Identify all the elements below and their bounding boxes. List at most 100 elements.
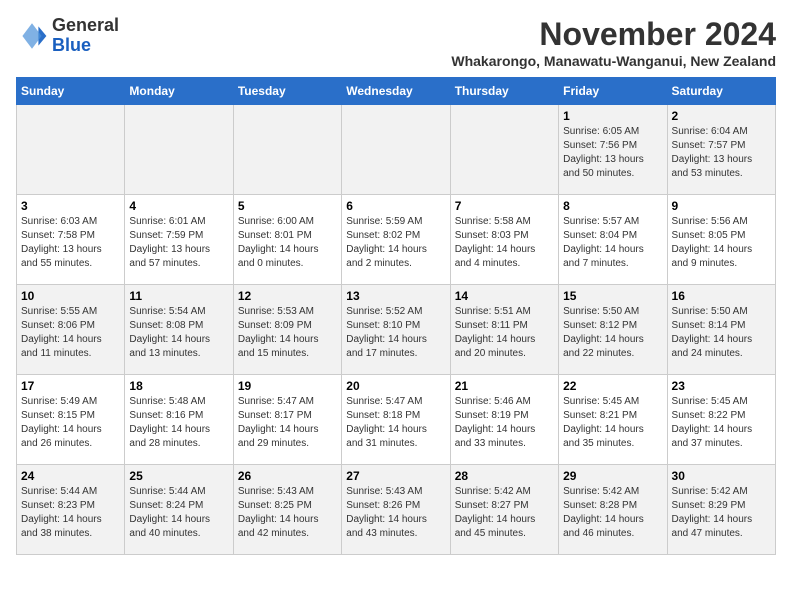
- calendar-cell: 7 Sunrise: 5:58 AMSunset: 8:03 PMDaylight…: [450, 195, 558, 285]
- day-number: 11: [129, 289, 228, 303]
- day-header-friday: Friday: [559, 78, 667, 105]
- day-number: 14: [455, 289, 554, 303]
- calendar-cell: 20Sunrise: 5:47 AMSunset: 8:18 PMDayligh…: [342, 375, 450, 465]
- day-info: Sunrise: 6:05 AMSunset: 7:56 PMDaylight:…: [563, 125, 662, 181]
- day-info: Sunrise: 5:46 AMSunset: 8:19 PMDaylight:…: [455, 395, 554, 451]
- day-number: 5: [238, 199, 337, 213]
- day-number: 8: [563, 199, 662, 213]
- day-info: Sunrise: 5:54 AMSunset: 8:08 PMDaylight:…: [129, 305, 228, 361]
- calendar-week-row: 24Sunrise: 5:44 AMSunset: 8:23 PMDayligh…: [17, 465, 776, 555]
- day-info: Sunrise: 6:01 AMSunset: 7:59 PMDaylight:…: [129, 215, 228, 271]
- day-number: 6: [346, 199, 445, 213]
- day-info: Sunrise: 5:43 AMSunset: 8:25 PMDaylight:…: [238, 485, 337, 541]
- day-info: Sunrise: 6:03 AMSunset: 7:58 PMDaylight:…: [21, 215, 120, 271]
- calendar-cell: [342, 105, 450, 195]
- calendar-cell: 17Sunrise: 5:49 AMSunset: 8:15 PMDayligh…: [17, 375, 125, 465]
- calendar-cell: 29Sunrise: 5:42 AMSunset: 8:28 PMDayligh…: [559, 465, 667, 555]
- day-number: 22: [563, 379, 662, 393]
- day-info: Sunrise: 5:42 AMSunset: 8:28 PMDaylight:…: [563, 485, 662, 541]
- calendar-cell: 9 Sunrise: 5:56 AMSunset: 8:05 PMDaylight…: [667, 195, 775, 285]
- day-number: 18: [129, 379, 228, 393]
- day-info: Sunrise: 5:43 AMSunset: 8:26 PMDaylight:…: [346, 485, 445, 541]
- day-header-sunday: Sunday: [17, 78, 125, 105]
- day-number: 7: [455, 199, 554, 213]
- day-info: Sunrise: 5:44 AMSunset: 8:23 PMDaylight:…: [21, 485, 120, 541]
- calendar-cell: 6 Sunrise: 5:59 AMSunset: 8:02 PMDaylight…: [342, 195, 450, 285]
- calendar-cell: 23 Sunrise: 5:45 AMSunset: 8:22 PMDayligh…: [667, 375, 775, 465]
- day-info: Sunrise: 5:55 AMSunset: 8:06 PMDaylight:…: [21, 305, 120, 361]
- calendar-cell: 21 Sunrise: 5:46 AMSunset: 8:19 PMDayligh…: [450, 375, 558, 465]
- title-section: November 2024 Whakarongo, Manawatu-Wanga…: [451, 16, 776, 69]
- day-number: 16: [672, 289, 771, 303]
- calendar-week-row: 17Sunrise: 5:49 AMSunset: 8:15 PMDayligh…: [17, 375, 776, 465]
- day-info: Sunrise: 5:58 AMSunset: 8:03 PMDaylight:…: [455, 215, 554, 271]
- calendar-cell: 19 Sunrise: 5:47 AMSunset: 8:17 PMDayligh…: [233, 375, 341, 465]
- day-info: Sunrise: 5:52 AMSunset: 8:10 PMDaylight:…: [346, 305, 445, 361]
- calendar-cell: 24Sunrise: 5:44 AMSunset: 8:23 PMDayligh…: [17, 465, 125, 555]
- day-header-tuesday: Tuesday: [233, 78, 341, 105]
- calendar-cell: [17, 105, 125, 195]
- day-number: 25: [129, 469, 228, 483]
- day-number: 28: [455, 469, 554, 483]
- day-info: Sunrise: 5:51 AMSunset: 8:11 PMDaylight:…: [455, 305, 554, 361]
- day-info: Sunrise: 5:45 AMSunset: 8:22 PMDaylight:…: [672, 395, 771, 451]
- calendar-cell: 12Sunrise: 5:53 AMSunset: 8:09 PMDayligh…: [233, 285, 341, 375]
- header: General Blue November 2024 Whakarongo, M…: [16, 16, 776, 69]
- day-number: 23: [672, 379, 771, 393]
- logo-general: General: [52, 16, 119, 36]
- calendar-cell: 10 Sunrise: 5:55 AMSunset: 8:06 PMDayligh…: [17, 285, 125, 375]
- day-number: 19: [238, 379, 337, 393]
- day-number: 9: [672, 199, 771, 213]
- calendar-week-row: 1Sunrise: 6:05 AMSunset: 7:56 PMDaylight…: [17, 105, 776, 195]
- calendar-cell: 18 Sunrise: 5:48 AMSunset: 8:16 PMDayligh…: [125, 375, 233, 465]
- calendar-cell: 28 Sunrise: 5:42 AMSunset: 8:27 PMDayligh…: [450, 465, 558, 555]
- day-info: Sunrise: 6:00 AMSunset: 8:01 PMDaylight:…: [238, 215, 337, 271]
- day-info: Sunrise: 5:59 AMSunset: 8:02 PMDaylight:…: [346, 215, 445, 271]
- day-number: 2: [672, 109, 771, 123]
- calendar-cell: 26Sunrise: 5:43 AMSunset: 8:25 PMDayligh…: [233, 465, 341, 555]
- day-number: 3: [21, 199, 120, 213]
- day-number: 20: [346, 379, 445, 393]
- day-info: Sunrise: 5:42 AMSunset: 8:27 PMDaylight:…: [455, 485, 554, 541]
- day-info: Sunrise: 5:44 AMSunset: 8:24 PMDaylight:…: [129, 485, 228, 541]
- calendar-cell: 25 Sunrise: 5:44 AMSunset: 8:24 PMDayligh…: [125, 465, 233, 555]
- day-number: 13: [346, 289, 445, 303]
- logo: General Blue: [16, 16, 119, 56]
- day-number: 12: [238, 289, 337, 303]
- day-header-monday: Monday: [125, 78, 233, 105]
- calendar-cell: 16 Sunrise: 5:50 AMSunset: 8:14 PMDayligh…: [667, 285, 775, 375]
- calendar-cell: 11 Sunrise: 5:54 AMSunset: 8:08 PMDayligh…: [125, 285, 233, 375]
- day-header-thursday: Thursday: [450, 78, 558, 105]
- day-info: Sunrise: 5:56 AMSunset: 8:05 PMDaylight:…: [672, 215, 771, 271]
- logo-text: General Blue: [52, 16, 119, 56]
- day-number: 21: [455, 379, 554, 393]
- day-info: Sunrise: 5:49 AMSunset: 8:15 PMDaylight:…: [21, 395, 120, 451]
- day-info: Sunrise: 5:48 AMSunset: 8:16 PMDaylight:…: [129, 395, 228, 451]
- day-number: 27: [346, 469, 445, 483]
- day-info: Sunrise: 5:45 AMSunset: 8:21 PMDaylight:…: [563, 395, 662, 451]
- day-number: 15: [563, 289, 662, 303]
- calendar-cell: 1Sunrise: 6:05 AMSunset: 7:56 PMDaylight…: [559, 105, 667, 195]
- day-number: 10: [21, 289, 120, 303]
- calendar-cell: 3 Sunrise: 6:03 AMSunset: 7:58 PMDaylight…: [17, 195, 125, 285]
- day-header-wednesday: Wednesday: [342, 78, 450, 105]
- calendar-table: SundayMondayTuesdayWednesdayThursdayFrid…: [16, 77, 776, 555]
- day-info: Sunrise: 5:57 AMSunset: 8:04 PMDaylight:…: [563, 215, 662, 271]
- logo-icon: [16, 20, 48, 52]
- calendar-cell: 5 Sunrise: 6:00 AMSunset: 8:01 PMDaylight…: [233, 195, 341, 285]
- month-title: November 2024: [451, 16, 776, 53]
- day-number: 4: [129, 199, 228, 213]
- calendar-week-row: 3 Sunrise: 6:03 AMSunset: 7:58 PMDaylight…: [17, 195, 776, 285]
- calendar-cell: 8 Sunrise: 5:57 AMSunset: 8:04 PMDaylight…: [559, 195, 667, 285]
- calendar-cell: 30 Sunrise: 5:42 AMSunset: 8:29 PMDayligh…: [667, 465, 775, 555]
- calendar-cell: 22 Sunrise: 5:45 AMSunset: 8:21 PMDayligh…: [559, 375, 667, 465]
- day-number: 30: [672, 469, 771, 483]
- day-info: Sunrise: 5:50 AMSunset: 8:14 PMDaylight:…: [672, 305, 771, 361]
- calendar-cell: 14 Sunrise: 5:51 AMSunset: 8:11 PMDayligh…: [450, 285, 558, 375]
- calendar-cell: 13 Sunrise: 5:52 AMSunset: 8:10 PMDayligh…: [342, 285, 450, 375]
- calendar-header-row: SundayMondayTuesdayWednesdayThursdayFrid…: [17, 78, 776, 105]
- day-info: Sunrise: 5:42 AMSunset: 8:29 PMDaylight:…: [672, 485, 771, 541]
- calendar-cell: [233, 105, 341, 195]
- calendar-cell: [450, 105, 558, 195]
- day-info: Sunrise: 5:47 AMSunset: 8:17 PMDaylight:…: [238, 395, 337, 451]
